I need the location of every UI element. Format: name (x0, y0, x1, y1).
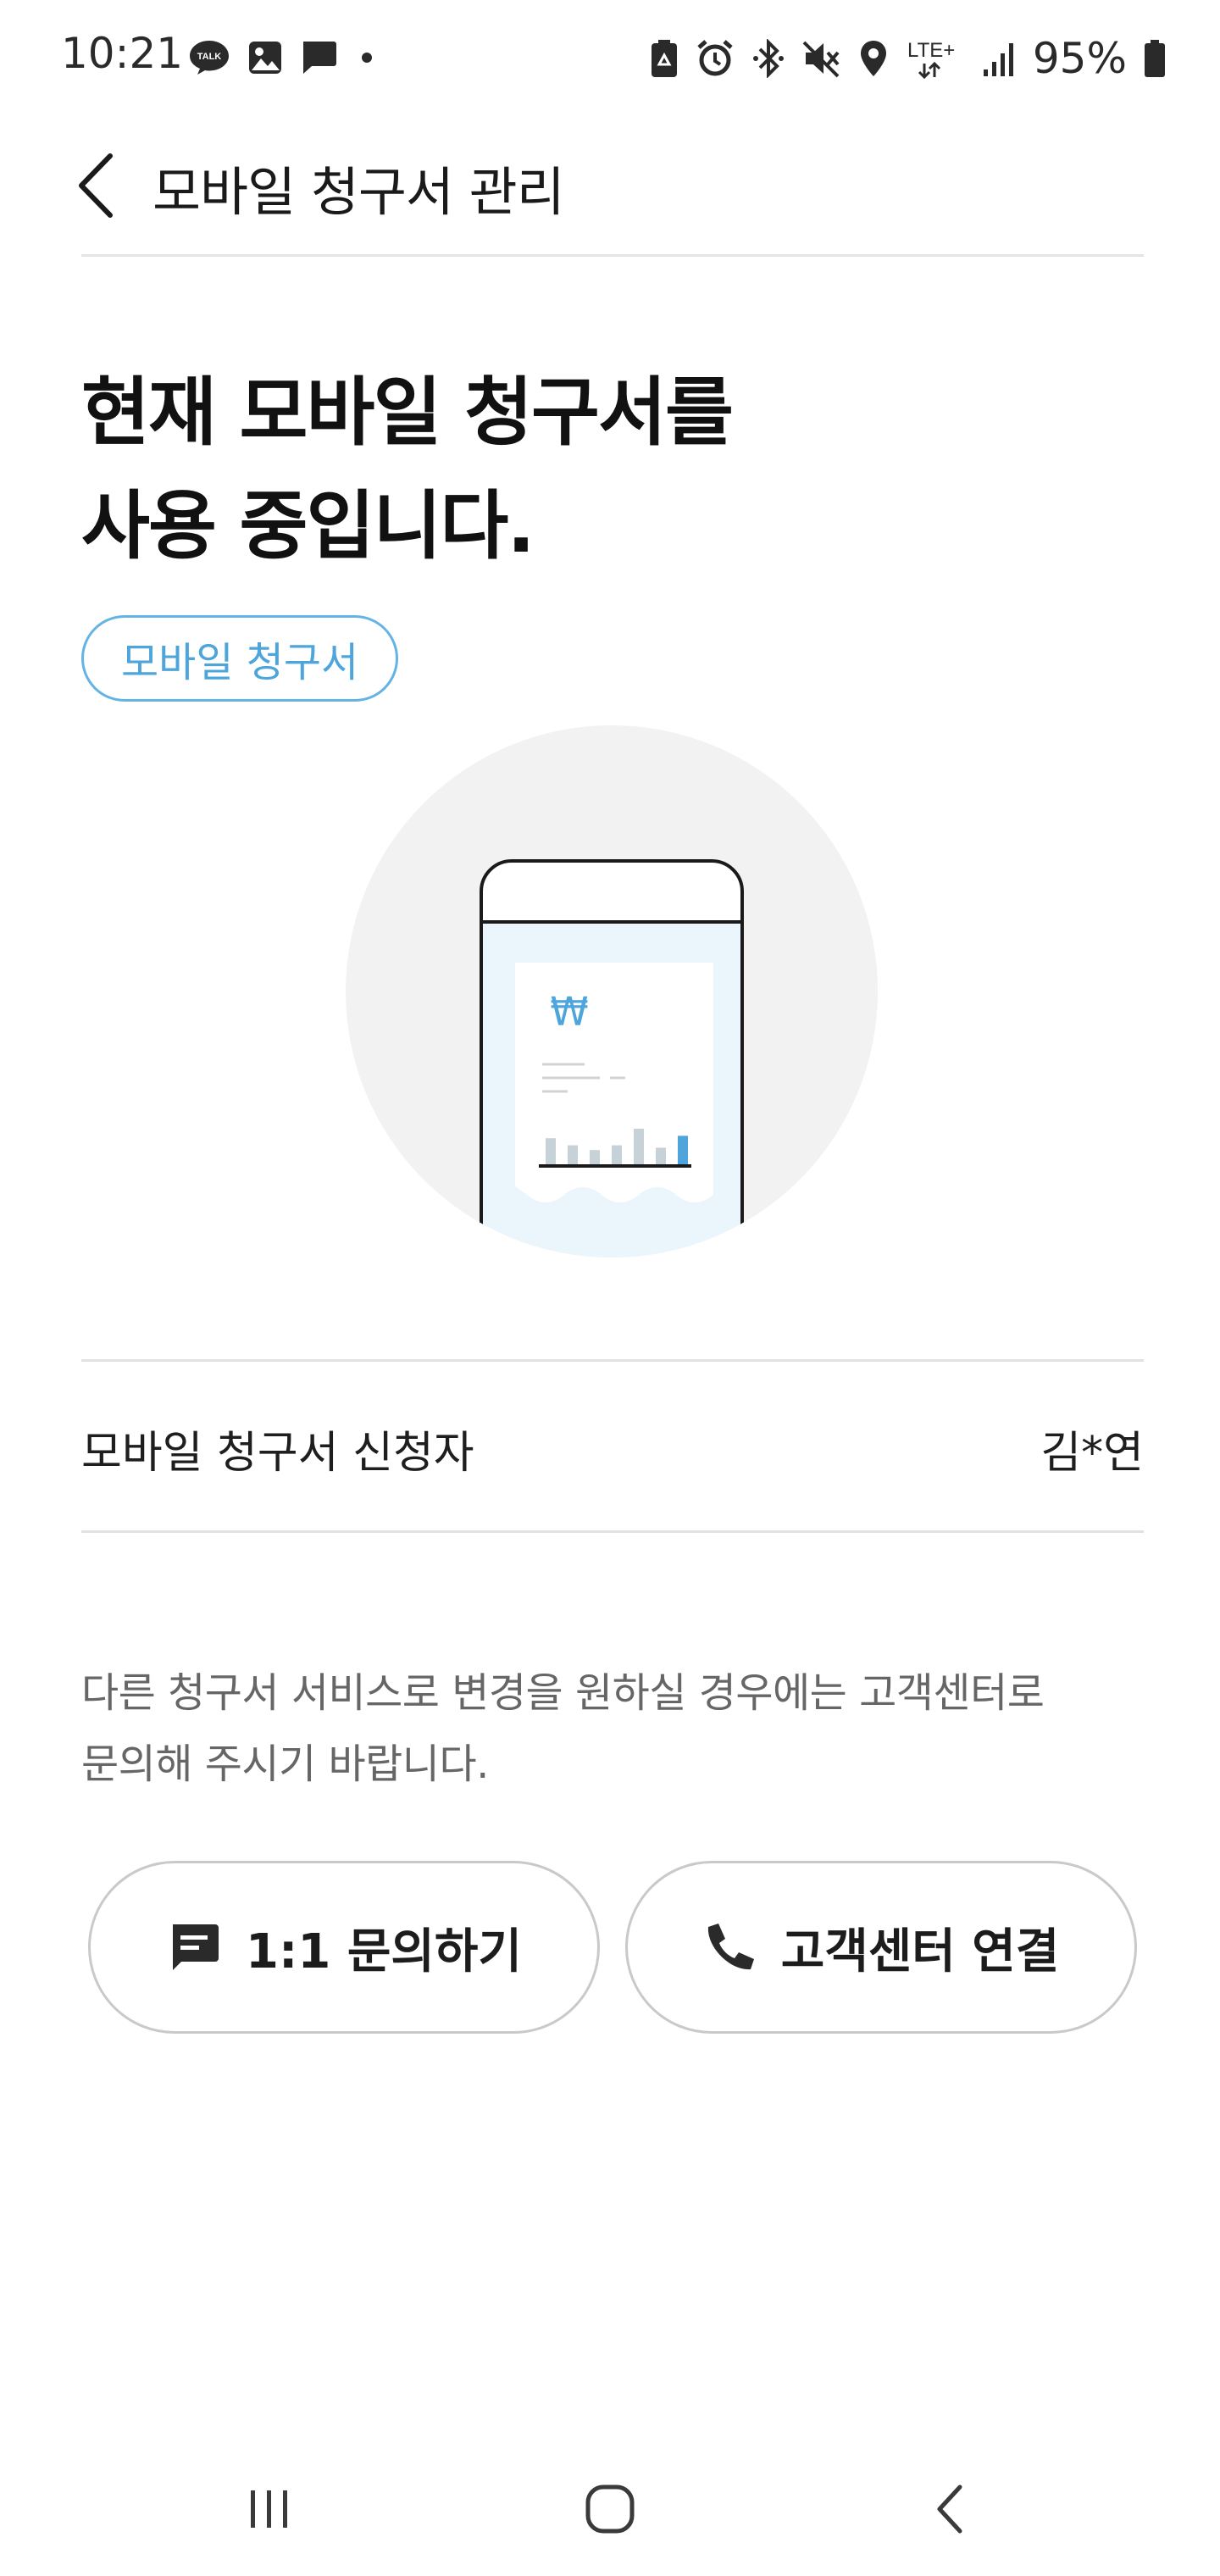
change-notice: 다른 청구서 서비스로 변경을 원하실 경우에는 고객센터로 문의해 주시기 바… (81, 1657, 1149, 1800)
nav-back-button[interactable] (891, 2462, 1010, 2556)
dot-icon (354, 45, 380, 70)
inquiry-button-label: 1:1 문의하기 (246, 1924, 522, 1979)
status-time: 10:21 (61, 29, 184, 78)
status-headline: 현재 모바일 청구서를 사용 중입니다. (81, 356, 734, 583)
lte-plus-icon: LTE+ (906, 36, 965, 80)
lte-label: LTE+ (907, 39, 955, 62)
bill-type-chip: 모바일 청구서 (81, 615, 399, 702)
status-bar: 10:21 TALK LTE+ 95% (0, 0, 1220, 119)
signal-icon (982, 39, 1016, 78)
headline-line-2: 사용 중입니다. (81, 482, 535, 569)
recents-icon (244, 2484, 295, 2534)
gallery-icon (247, 40, 283, 75)
receipt-bar (678, 1135, 688, 1164)
chevron-left-icon (71, 147, 122, 224)
app-bar: 모바일 청구서 관리 (0, 119, 1220, 257)
headline-line-1: 현재 모바일 청구서를 (81, 369, 734, 456)
notice-line-2: 문의해 주시기 바랍니다. (81, 1740, 489, 1788)
chat-icon (166, 1919, 222, 1975)
home-icon (583, 2482, 637, 2536)
receipt-bar (546, 1138, 556, 1164)
system-nav-bar (0, 2440, 1220, 2576)
kakaotalk-icon: TALK (188, 39, 230, 76)
screen: 10:21 TALK LTE+ 95% 모바일 청구서 관리 현재 모바일 청구… (0, 0, 1220, 2576)
kakao-badge-text: TALK (197, 52, 222, 62)
applicant-value: 김*연 (1040, 1428, 1144, 1479)
receipt-bar (634, 1129, 644, 1164)
app-bar-divider (81, 254, 1144, 257)
page-title: 모바일 청구서 관리 (152, 161, 565, 223)
applicant-row-divider-top (81, 1359, 1144, 1362)
recycle-icon (650, 39, 679, 78)
mute-icon (802, 39, 841, 78)
applicant-label: 모바일 청구서 신청자 (81, 1428, 474, 1479)
location-icon (858, 39, 889, 78)
notification-icons: TALK (188, 39, 380, 76)
alarm-icon (696, 39, 735, 78)
call-center-button[interactable]: 고객센터 연결 (625, 1861, 1137, 2034)
recents-button[interactable] (210, 2462, 329, 2556)
call-center-button-label: 고객센터 연결 (780, 1924, 1060, 1979)
battery-percent: 95% (1032, 34, 1127, 83)
notice-line-1: 다른 청구서 서비스로 변경을 원하실 경우에는 고객센터로 (81, 1669, 1045, 1717)
battery-icon (1144, 39, 1166, 78)
phone-icon (703, 1920, 757, 1974)
home-button[interactable] (551, 2462, 669, 2556)
currency-symbol: ₩ (550, 989, 588, 1035)
receipt-bar (612, 1145, 622, 1164)
receipt-bar (568, 1145, 578, 1164)
bluetooth-icon (751, 39, 785, 78)
message-icon (300, 40, 337, 75)
back-icon (929, 2482, 972, 2536)
applicant-row-divider-bottom (81, 1530, 1144, 1533)
receipt-bar (590, 1150, 600, 1164)
mobile-bill-illustration: ₩ (346, 725, 878, 1257)
inquiry-button[interactable]: 1:1 문의하기 (88, 1861, 600, 2034)
back-button[interactable] (71, 139, 139, 232)
receipt-bar (656, 1147, 666, 1164)
system-status-icons: LTE+ 95% (650, 34, 1166, 83)
